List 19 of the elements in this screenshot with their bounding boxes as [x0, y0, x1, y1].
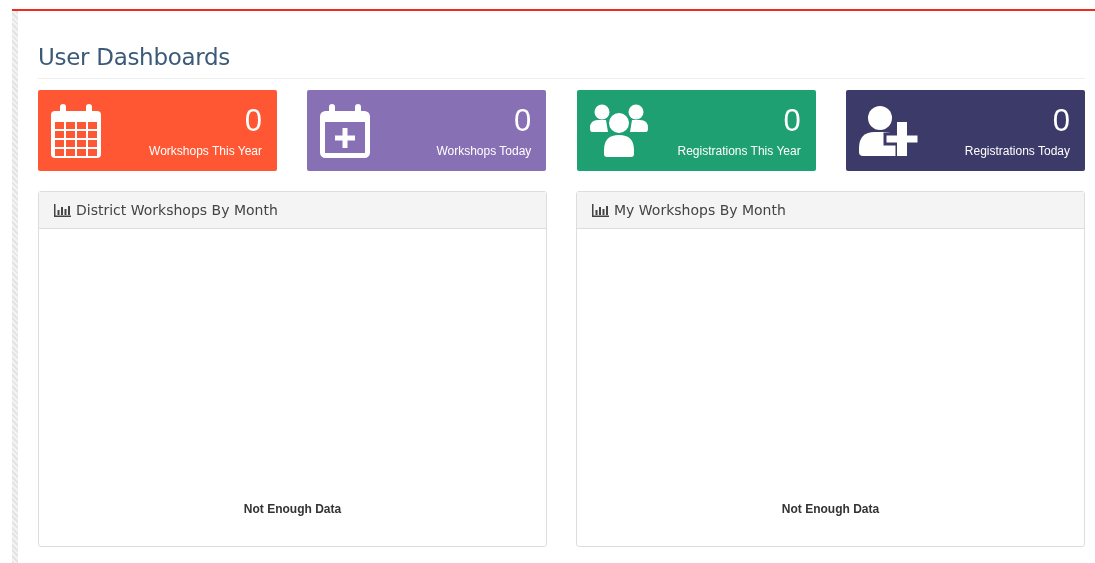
stat-label: Workshops Today: [436, 143, 532, 158]
stat-value: 0: [514, 103, 532, 138]
bar-chart-icon: [54, 203, 71, 217]
empty-message: Not Enough Data: [243, 502, 342, 516]
stat-value: 0: [244, 103, 262, 138]
calendar-icon: [51, 103, 101, 158]
empty-message: Not Enough Data: [781, 502, 880, 516]
stat-label: Registrations This Year: [677, 143, 801, 158]
page-title: User Dashboards: [38, 44, 1085, 79]
calendar-plus-icon: [320, 103, 371, 158]
users-icon: [589, 103, 648, 158]
stat-label: Registrations Today: [964, 143, 1070, 158]
user-add-icon: [859, 105, 921, 156]
bar-chart-icon: [592, 203, 609, 217]
stat-value: 0: [1052, 103, 1070, 138]
panel-title: District Workshops By Month: [76, 202, 278, 218]
stat-label: Workshops This Year: [149, 143, 262, 158]
stat-value: 0: [783, 103, 801, 138]
panel-title: My Workshops By Month: [614, 202, 786, 218]
